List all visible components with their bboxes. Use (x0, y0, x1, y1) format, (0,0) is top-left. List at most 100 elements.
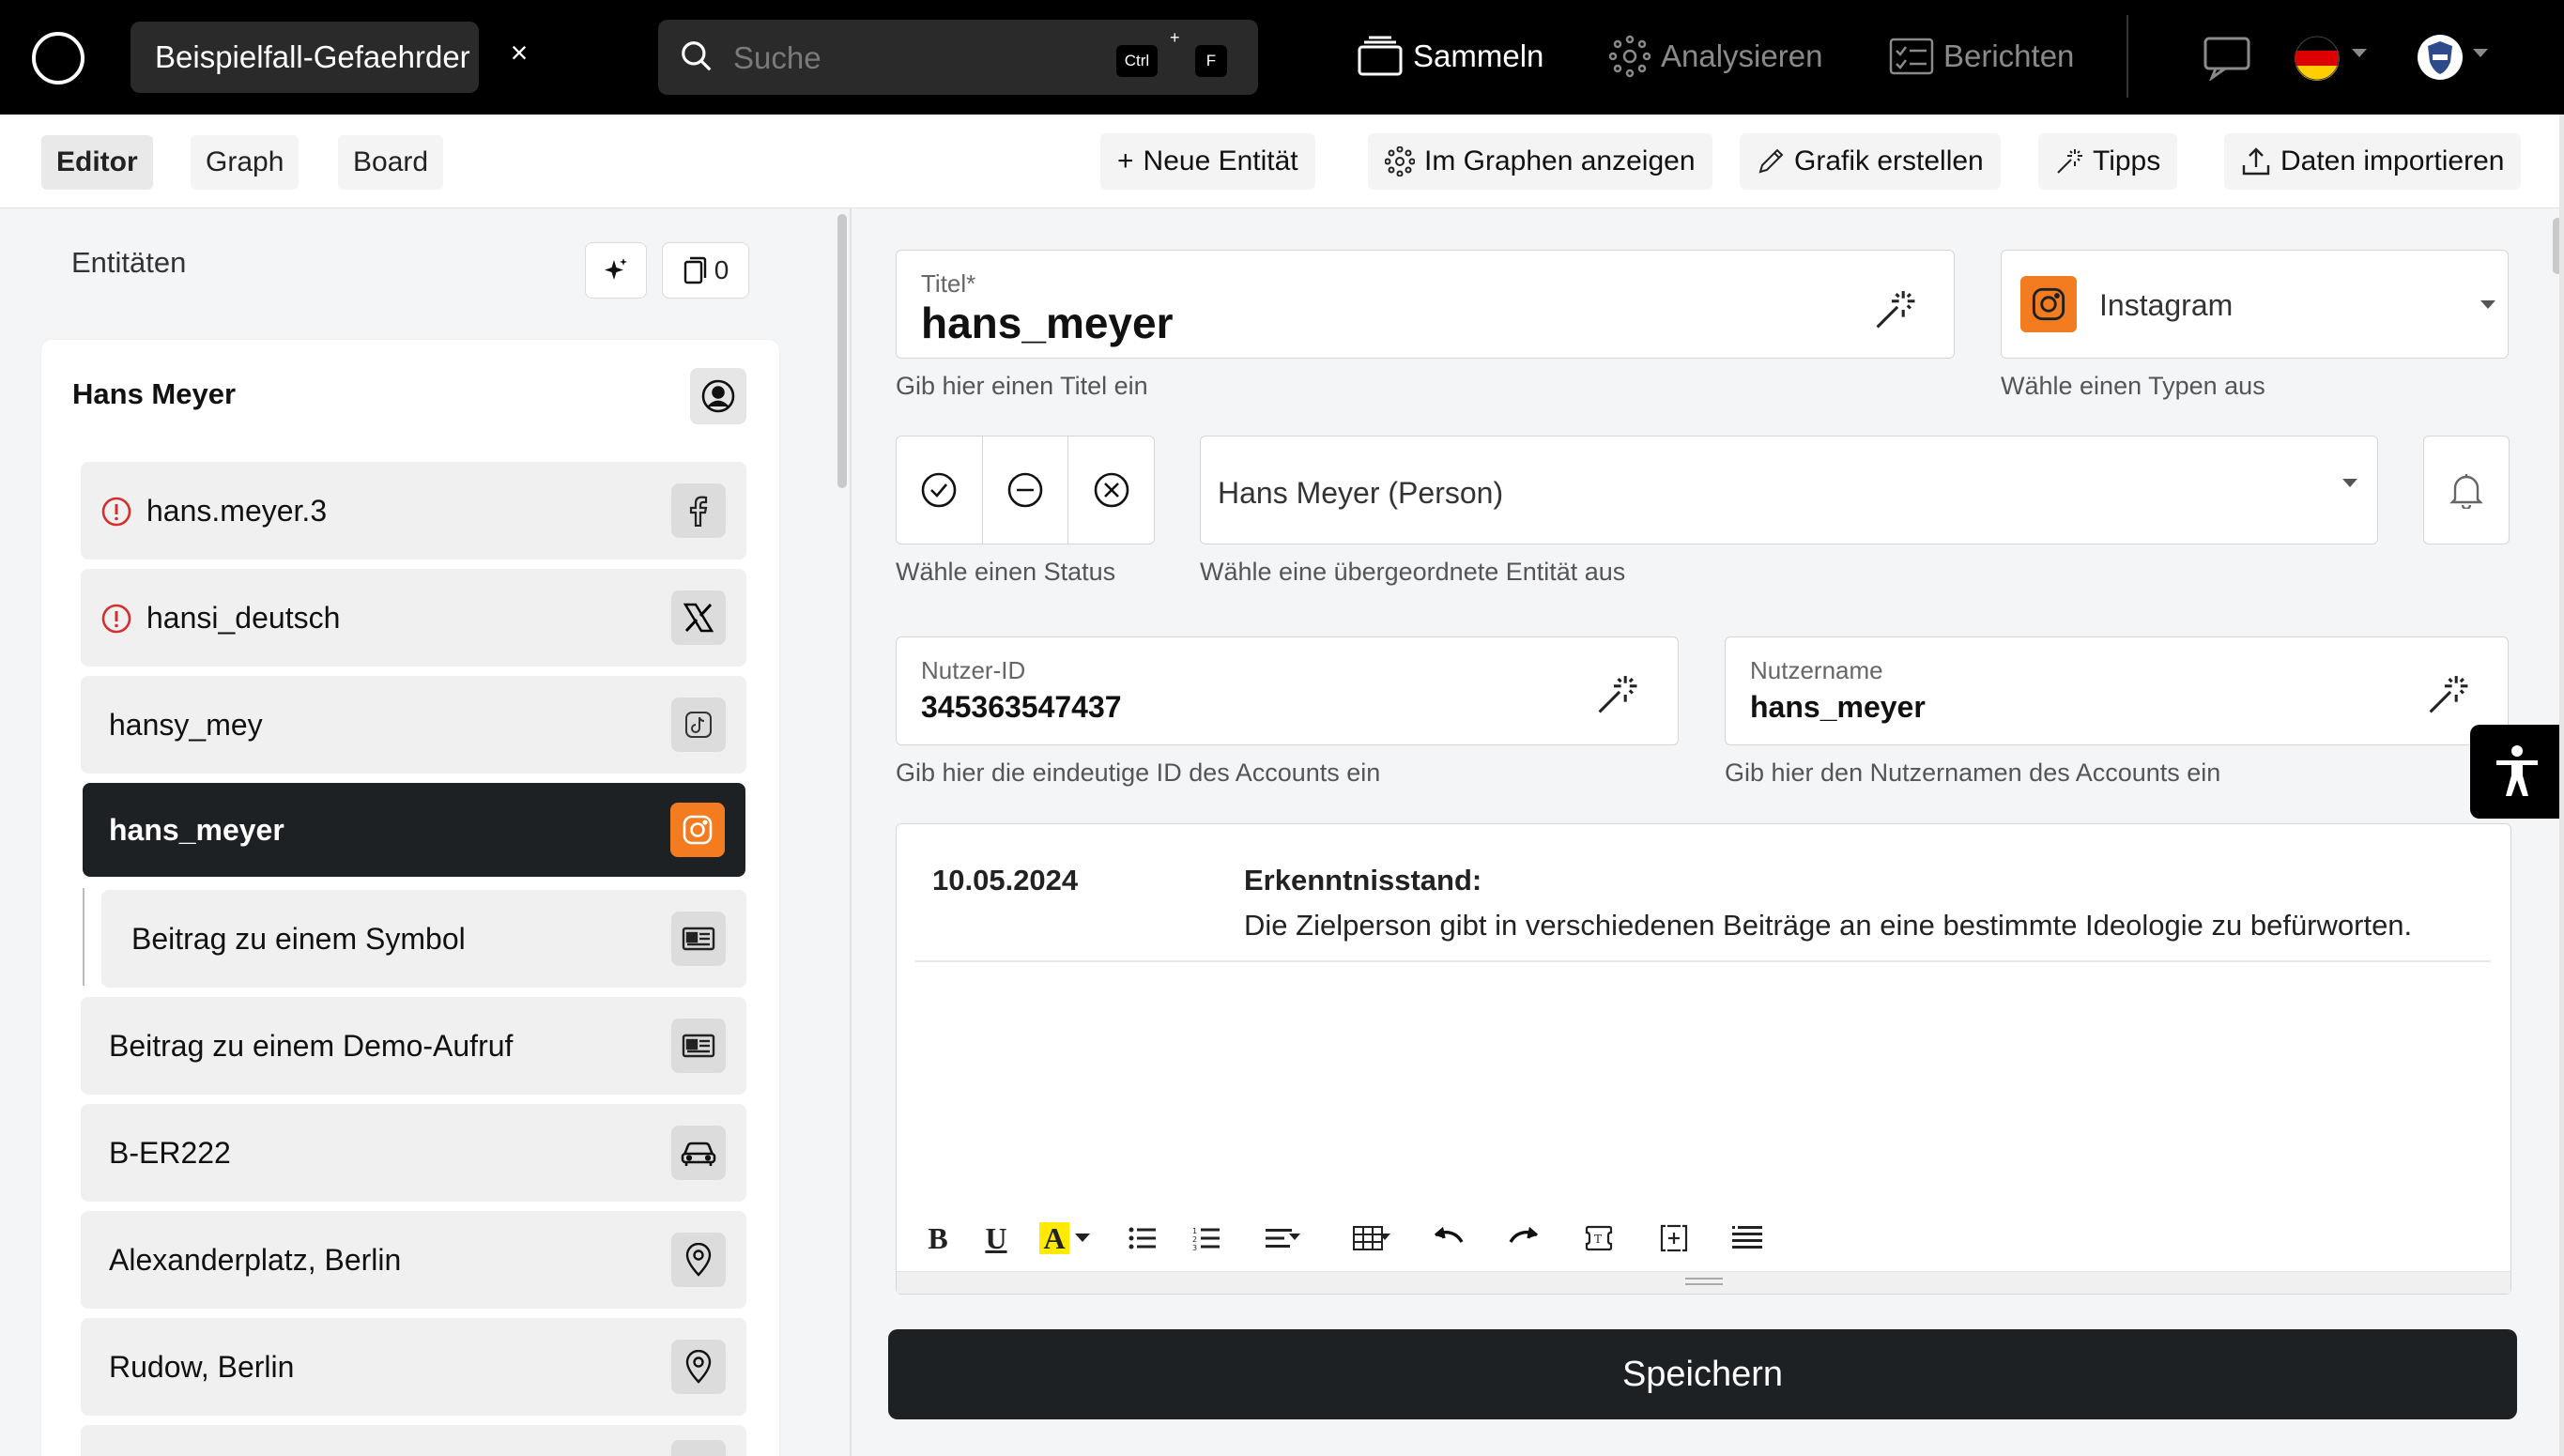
nav-report[interactable]: Berichten (1889, 28, 2074, 84)
list-item-beitrag-demo[interactable]: Beitrag zu einem Demo-Aufruf (81, 997, 746, 1095)
underline-button[interactable]: U (977, 1215, 1015, 1262)
copy-icon (683, 256, 706, 284)
bullet-list-icon (1128, 1227, 1156, 1249)
highlight-button[interactable]: A (1036, 1215, 1073, 1262)
svg-text:3: 3 (1192, 1244, 1197, 1250)
save-button[interactable]: Speichern (888, 1329, 2517, 1419)
instagram-icon (670, 803, 725, 857)
parent-entity-select[interactable]: Hans Meyer (Person) (1200, 436, 2378, 544)
note-text: Die Zielperson gibt in verschiedenen Bei… (1244, 909, 2413, 942)
tab-editor[interactable]: Editor (41, 135, 153, 190)
chat-icon[interactable] (2203, 36, 2251, 81)
title-field-value: hans_meyer (921, 299, 1174, 347)
nav-report-label: Berichten (1943, 38, 2075, 73)
tab-board[interactable]: Board (338, 135, 444, 190)
profile-chevron-down-icon[interactable] (2473, 49, 2488, 57)
language-chevron-down-icon[interactable] (2352, 49, 2367, 57)
table-chevron-down-icon[interactable] (1379, 1234, 1390, 1240)
template-icon: T (1585, 1225, 1613, 1251)
svg-text:2: 2 (1192, 1235, 1197, 1244)
numbered-list-icon: 123 (1192, 1227, 1220, 1250)
list-item-beitrag-symbol[interactable]: Beitrag zu einem Symbol (101, 890, 746, 988)
more-format-button[interactable] (1727, 1215, 1768, 1262)
status-confirmed-button[interactable] (897, 437, 983, 544)
list-item-hansy-mey[interactable]: hansy_mey (81, 676, 746, 774)
list-item-alexanderplatz[interactable]: Alexanderplatz, Berlin (81, 1211, 746, 1309)
notification-button[interactable] (2423, 436, 2510, 544)
graph-network-icon (1385, 146, 1415, 176)
svg-text:T: T (1594, 1233, 1602, 1246)
search-field[interactable]: Suche Ctrl F (658, 20, 1258, 95)
case-tab-label: Beispielfall-Gefaehrder (155, 39, 470, 74)
status-button-group (896, 436, 1155, 544)
location-pin-icon (671, 1233, 726, 1287)
panel-divider[interactable] (850, 208, 852, 1456)
type-select-value: Instagram (2099, 288, 2234, 322)
list-item-hansi-deutsch[interactable]: hansi_deutsch (81, 569, 746, 667)
svg-text:1: 1 (1192, 1227, 1197, 1235)
add-row-button[interactable] (1653, 1215, 1695, 1262)
magic-wand-icon[interactable] (1873, 288, 1916, 331)
sparkle-icon (605, 258, 627, 280)
username-field[interactable]: Nutzername hans_meyer (1725, 636, 2509, 745)
list-item-partial[interactable] (81, 1425, 746, 1456)
tips-button[interactable]: Tipps (2038, 133, 2178, 190)
bullet-list-button[interactable] (1124, 1215, 1161, 1262)
case-tab[interactable]: Beispielfall-Gefaehrder (131, 22, 479, 93)
create-graphic-button[interactable]: Grafik erstellen (1740, 133, 2001, 190)
list-item-rudow[interactable]: Rudow, Berlin (81, 1318, 746, 1416)
notes-editor[interactable]: 10.05.2024 Erkenntnisstand: Die Zielpers… (896, 823, 2511, 1295)
nav-analyze-label: Analysieren (1661, 38, 1823, 73)
status-rejected-button[interactable] (1068, 437, 1154, 544)
bold-button[interactable]: B (919, 1215, 957, 1262)
undo-icon (1434, 1227, 1464, 1243)
location-pin-icon (671, 1340, 726, 1394)
user-id-field[interactable]: Nutzer-ID 345363547437 (896, 636, 1679, 745)
type-select[interactable]: Instagram (2001, 250, 2509, 359)
person-avatar-button[interactable] (690, 368, 746, 424)
accessibility-button[interactable] (2470, 725, 2564, 819)
list-item-hans-meyer-3[interactable]: hans.meyer.3 (81, 462, 746, 559)
title-field[interactable]: Titel* hans_meyer (896, 250, 1955, 359)
magic-wand-icon[interactable] (2426, 673, 2469, 716)
insert-template-button[interactable]: T (1578, 1215, 1620, 1262)
police-badge-icon[interactable] (2417, 34, 2464, 81)
tab-graph[interactable]: Graph (191, 135, 299, 190)
list-item-b-er222[interactable]: B-ER222 (81, 1104, 746, 1202)
align-chevron-down-icon[interactable] (1289, 1234, 1300, 1240)
nav-analyze[interactable]: Analysieren (1608, 28, 1822, 84)
highlight-chevron-down-icon[interactable] (1075, 1234, 1090, 1242)
left-scrollbar[interactable] (837, 214, 847, 488)
partial-item-icon (671, 1440, 726, 1456)
clipboard-count: 0 (714, 255, 729, 284)
logo-circle-icon[interactable] (32, 32, 84, 84)
list-item-label: Beitrag zu einem Symbol (131, 921, 466, 956)
new-entity-label: Neue Entität (1143, 146, 1298, 176)
german-flag-icon[interactable] (2295, 36, 2340, 81)
list-item-label: hansy_mey (109, 707, 263, 742)
show-in-graph-button[interactable]: Im Graphen anzeigen (1368, 133, 1712, 190)
list-item-hans-meyer-selected[interactable]: hans_meyer (83, 783, 745, 877)
tips-label: Tipps (2093, 146, 2161, 176)
redo-button[interactable] (1503, 1215, 1544, 1262)
username-help-text: Gib hier den Nutzernamen des Accounts ei… (1725, 759, 2221, 787)
type-help-text: Wähle einen Typen aus (2001, 372, 2265, 400)
page-scroll-track (2559, 115, 2564, 1456)
undo-button[interactable] (1428, 1215, 1469, 1262)
ai-sparkle-button[interactable] (585, 242, 647, 299)
status-neutral-button[interactable] (983, 437, 1069, 544)
numbered-list-button[interactable]: 123 (1188, 1215, 1225, 1262)
collect-icon (1358, 36, 1403, 76)
nav-collect[interactable]: Sammeln (1357, 28, 1543, 84)
entity-panel: Entitäten 0 Hans Meyer hans.meyer.3 hans… (0, 208, 850, 1456)
new-entity-button[interactable]: + Neue Entität (1100, 133, 1315, 190)
note-table-row[interactable]: 10.05.2024 Erkenntnisstand: Die Zielpers… (915, 843, 2491, 962)
close-case-icon[interactable]: × (505, 38, 533, 75)
magic-wand-icon[interactable] (1595, 673, 1638, 716)
import-data-button[interactable]: Daten importieren (2224, 133, 2522, 190)
view-toolbar: Editor Graph Board + Neue Entität Im Gra… (0, 115, 2564, 208)
username-value: hans_meyer (1750, 690, 1926, 724)
editor-resize-bar[interactable] (897, 1271, 2510, 1294)
resize-grip-icon[interactable] (1685, 1278, 1723, 1285)
clipboard-count-button[interactable]: 0 (662, 242, 749, 299)
